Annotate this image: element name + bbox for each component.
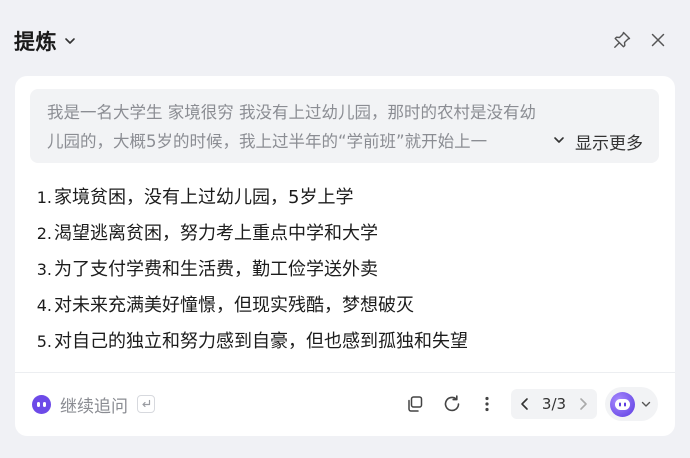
copy-icon[interactable] (402, 391, 428, 417)
panel-title: 提炼 (14, 30, 57, 54)
follow-up-input[interactable]: 继续追问 (32, 391, 155, 417)
list-item-text: 家境贫困，没有上过幼儿园，5岁上学 (54, 187, 354, 208)
list-item-text: 渴望逃离贫困，努力考上重点中学和大学 (54, 223, 378, 244)
pin-icon[interactable] (610, 28, 634, 52)
assistant-icon (32, 394, 51, 414)
pager: 3/3 (511, 389, 597, 419)
refine-panel: 提炼 我是一名大学生 家境很穷 我没有上过幼儿园，那时的农村是没有幼儿园的，大概… (0, 0, 690, 458)
list-item-number: 3. (36, 260, 52, 279)
result-list: 1. 家境贫困，没有上过幼儿园，5岁上学 2. 渴望逃离贫困，努力考上重点中学和… (32, 180, 652, 360)
card-footer: 继续追问 3/3 (15, 373, 675, 436)
chevron-down-icon (640, 395, 652, 414)
result-card: 我是一名大学生 家境很穷 我没有上过幼儿园，那时的农村是没有幼儿园的，大概5岁的… (15, 76, 675, 436)
enter-key-icon (137, 395, 155, 413)
page-count: 3/3 (541, 395, 567, 413)
list-item-number: 4. (36, 296, 52, 315)
list-item-text: 对未来充满美好憧憬，但现实残酷，梦想破灭 (54, 295, 414, 316)
previous-page-button[interactable] (517, 394, 533, 414)
chevron-down-icon (63, 34, 77, 48)
list-item-number: 2. (36, 224, 52, 243)
assistant-avatar-icon (610, 391, 635, 417)
list-item: 3. 为了支付学费和生活费，勤工俭学送外卖 (32, 252, 652, 288)
more-vertical-icon[interactable] (474, 391, 500, 417)
show-more-button[interactable]: 显示更多 (548, 127, 643, 155)
source-text-box: 我是一名大学生 家境很穷 我没有上过幼儿园，那时的农村是没有幼儿园的，大概5岁的… (30, 89, 659, 163)
title-dropdown[interactable]: 提炼 (14, 26, 77, 56)
source-text: 我是一名大学生 家境很穷 我没有上过幼儿园，那时的农村是没有幼儿园的，大概5岁的… (47, 103, 536, 151)
refresh-icon[interactable] (439, 391, 465, 417)
panel-header: 提炼 (0, 0, 690, 76)
list-item-text: 对自己的独立和努力感到自豪，但也感到孤独和失望 (54, 331, 468, 352)
list-item: 1. 家境贫困，没有上过幼儿园，5岁上学 (32, 180, 652, 216)
list-item: 4. 对未来充满美好憧憬，但现实残酷，梦想破灭 (32, 288, 652, 324)
model-selector-button[interactable] (605, 387, 658, 421)
list-item: 2. 渴望逃离贫困，努力考上重点中学和大学 (32, 216, 652, 252)
list-item-number: 1. (36, 188, 52, 207)
show-more-label: 显示更多 (575, 133, 643, 154)
list-item-text: 为了支付学费和生活费，勤工俭学送外卖 (54, 259, 378, 280)
list-item: 5. 对自己的独立和努力感到自豪，但也感到孤独和失望 (32, 324, 652, 360)
next-page-button[interactable] (575, 394, 591, 414)
close-icon[interactable] (646, 28, 670, 52)
follow-up-label: 继续追问 (60, 396, 128, 417)
list-item-number: 5. (36, 332, 52, 351)
chevron-down-icon (552, 132, 566, 151)
